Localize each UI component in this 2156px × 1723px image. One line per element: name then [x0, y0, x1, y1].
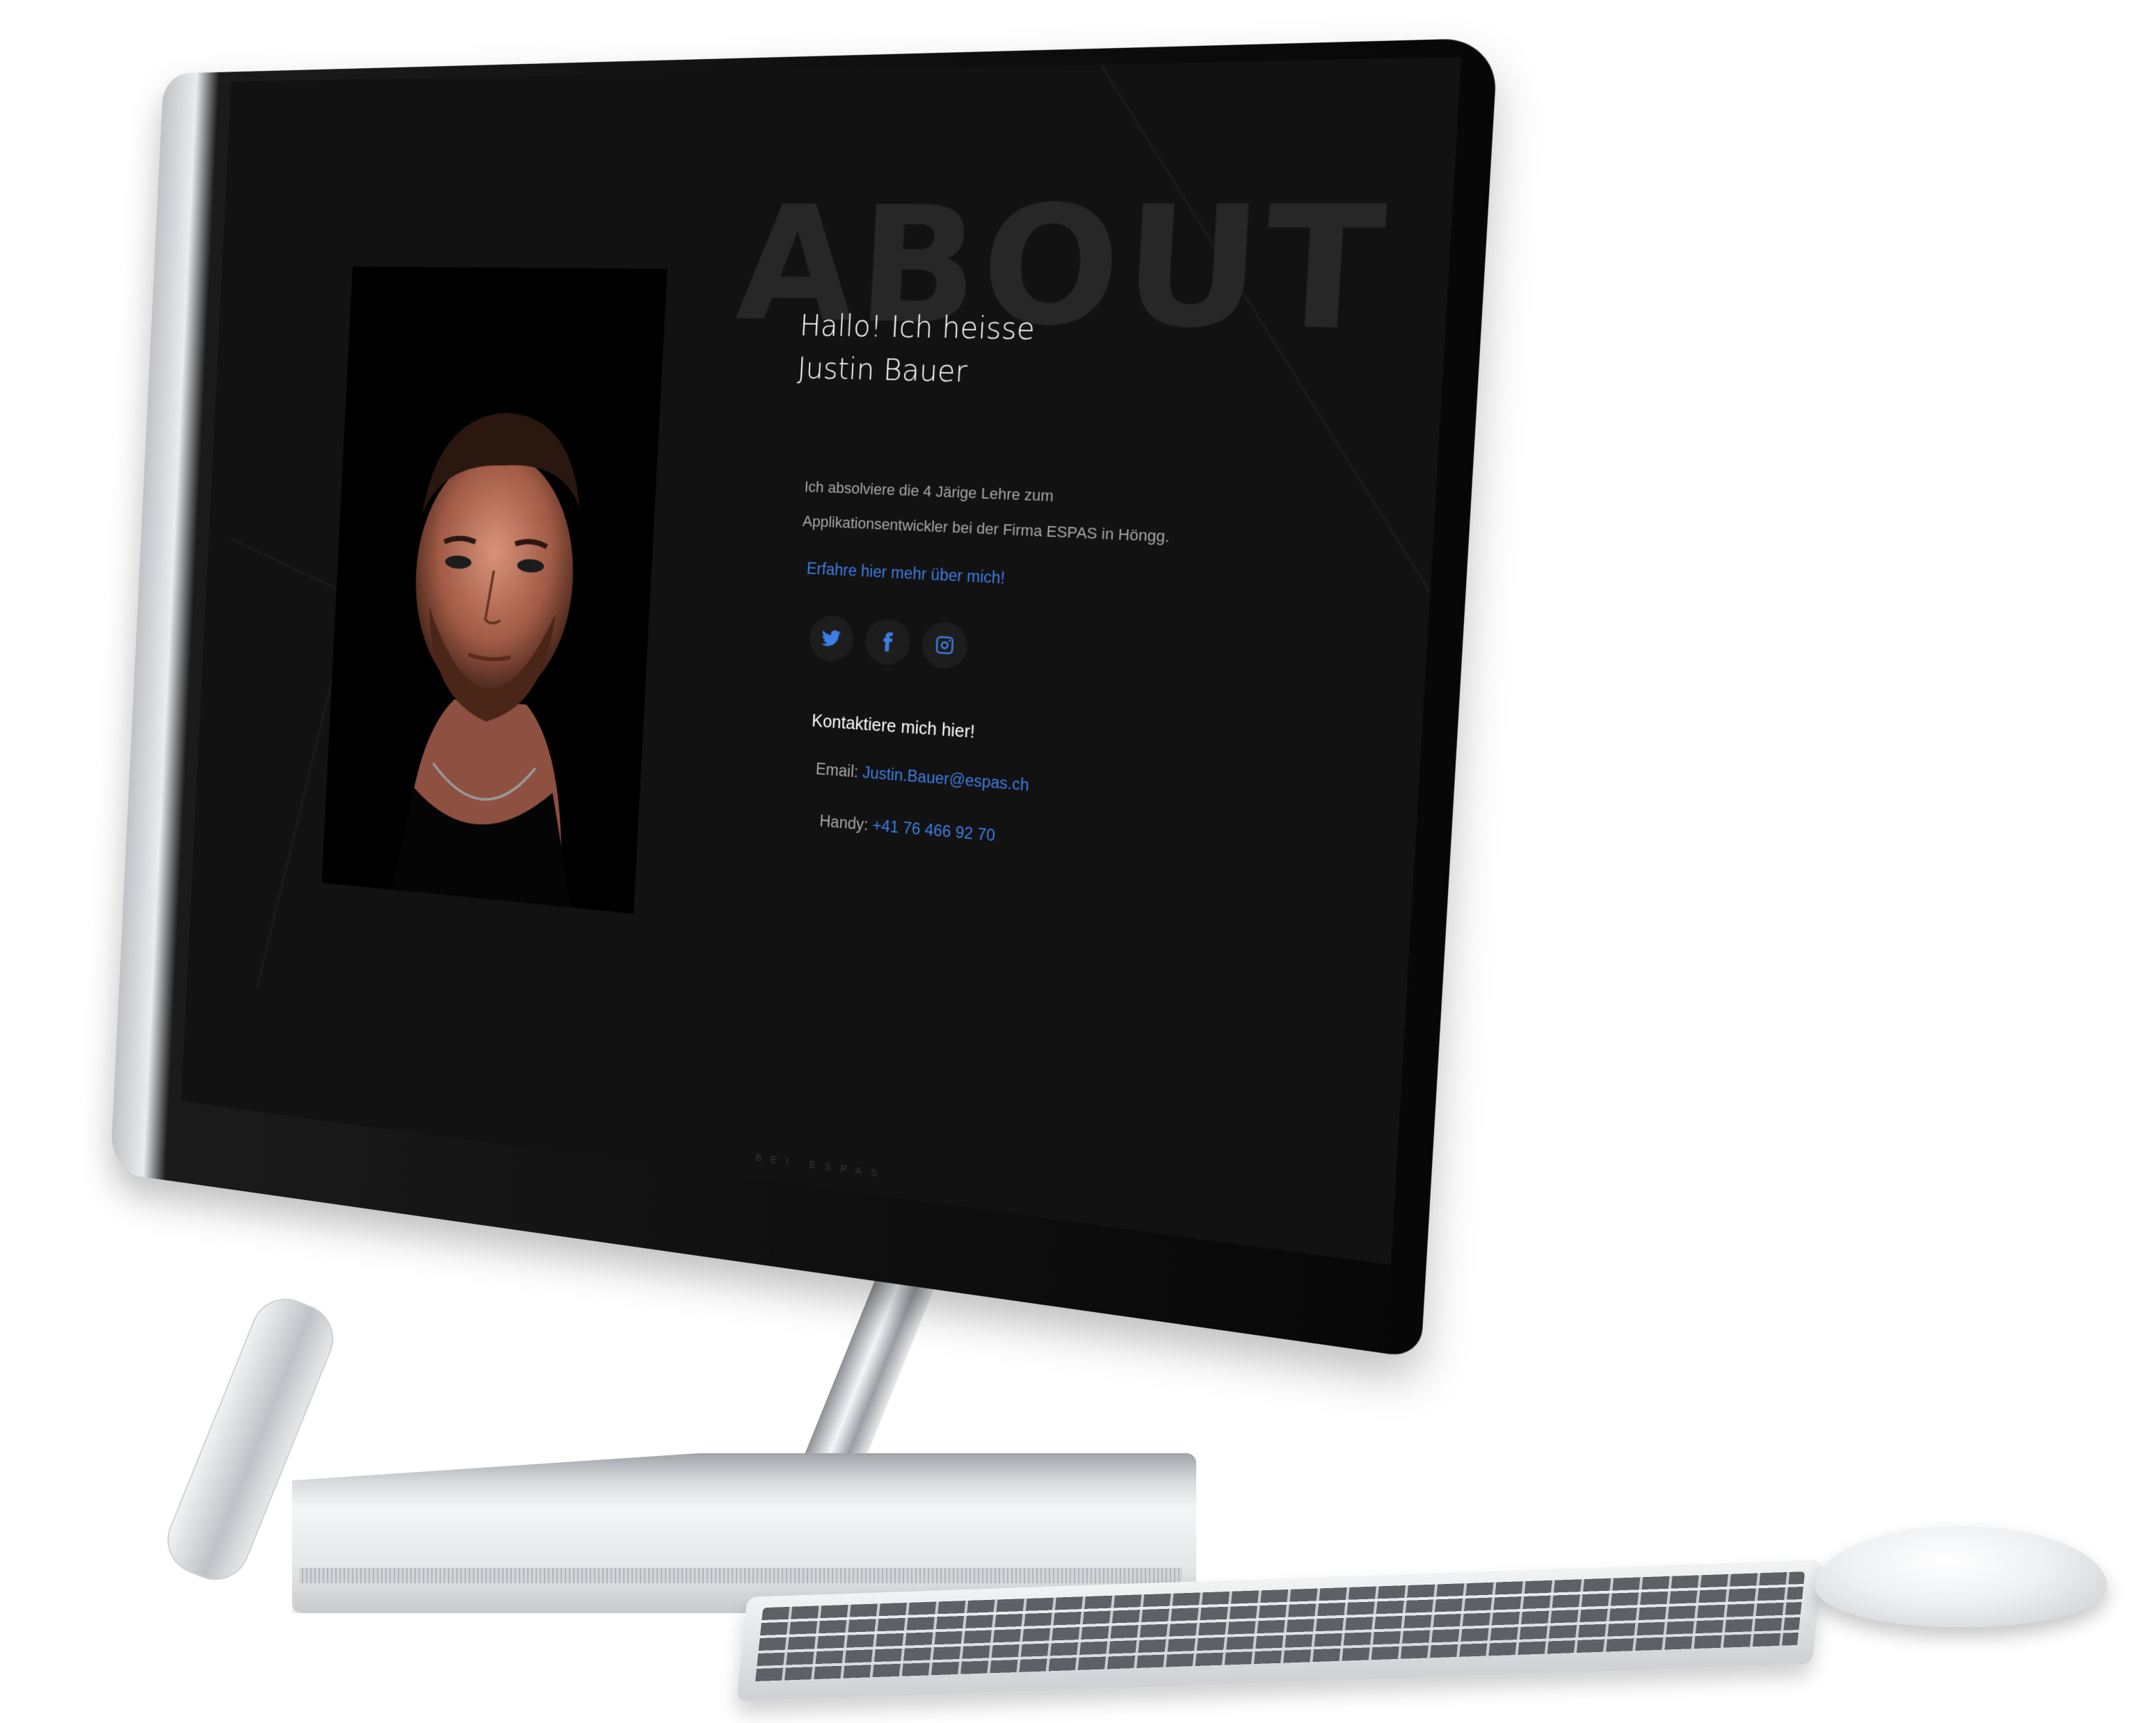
instagram-button[interactable] — [921, 620, 969, 670]
phone-row: Handy: +41 76 466 92 70 — [819, 811, 996, 845]
phone-link[interactable]: +41 76 466 92 70 — [872, 816, 996, 845]
screen-webpage: ABOUT Hallo! Ich heisse Justin Bauer Ich… — [181, 57, 1462, 1265]
email-row: Email: Justin.Bauer@espas.ch — [815, 760, 1029, 795]
social-links — [808, 614, 969, 670]
page-title: Hallo! Ich heisse Justin Bauer — [796, 308, 1036, 389]
twitter-button[interactable] — [808, 614, 855, 663]
email-label: Email: — [815, 759, 859, 781]
facebook-button[interactable] — [864, 617, 912, 666]
learn-more-link[interactable]: Erfahre hier mehr über mich! — [806, 559, 1005, 588]
contact-heading: Kontaktiere mich hier! — [811, 711, 976, 743]
phone-label: Handy: — [819, 811, 869, 834]
twitter-icon — [821, 629, 842, 647]
footer-text: BEI ESPAS — [755, 1151, 887, 1180]
base-speaker-grille — [299, 1568, 1182, 1583]
device-scene: ABOUT Hallo! Ich heisse Justin Bauer Ich… — [0, 0, 2156, 1723]
profile-photo — [321, 266, 668, 914]
portrait-image — [321, 266, 668, 914]
mouse — [1815, 1526, 2107, 1627]
instagram-icon — [935, 636, 954, 655]
email-link[interactable]: Justin.Bauer@espas.ch — [862, 763, 1030, 795]
facebook-icon — [883, 632, 892, 652]
bio-text: Ich absolviere die 4 Järige Lehre zum Ap… — [802, 478, 1170, 546]
